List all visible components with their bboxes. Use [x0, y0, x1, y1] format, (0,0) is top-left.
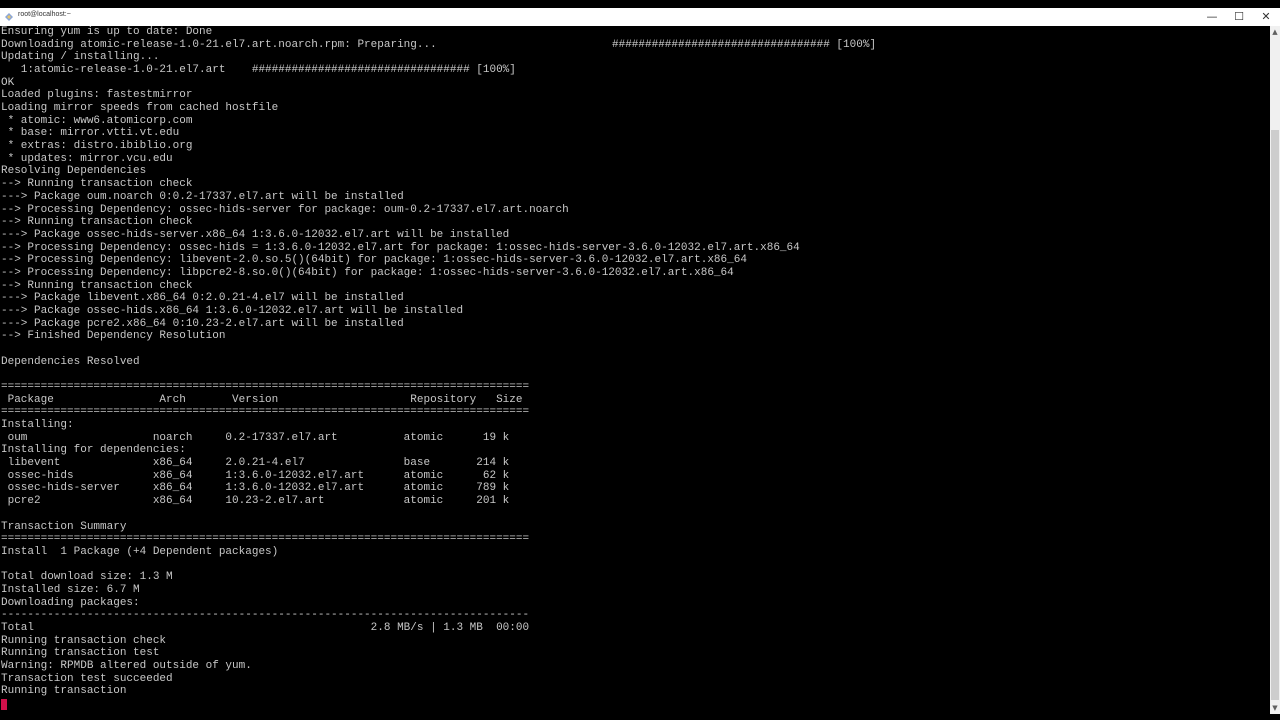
terminal-line: Total 2.8 MB/s | 1.3 MB 00:00: [1, 621, 530, 634]
terminal-line: ========================================…: [1, 381, 530, 394]
terminal-line: Installed size: 6.7 M: [1, 583, 140, 596]
terminal-line: Running transaction test: [1, 647, 160, 660]
terminal-line: Resolving Dependencies: [1, 165, 147, 178]
terminal-line: Transaction Summary: [1, 520, 127, 533]
terminal-line: Running transaction check: [1, 634, 167, 647]
terminal-line: ----------------------------------------…: [1, 609, 530, 622]
terminal-line: oum noarch 0.2-17337.el7.art atomic 19 k: [1, 431, 510, 444]
terminal-line: ossec-hids x86_64 1:3.6.0-12032.el7.art …: [1, 469, 510, 482]
terminal-line: Loaded plugins: fastestmirror: [1, 89, 193, 102]
terminal-line: --> Processing Dependency: ossec-hids-se…: [1, 203, 569, 216]
minimize-button[interactable]: —: [1198, 8, 1226, 26]
terminal-line: * base: mirror.vtti.vt.edu: [1, 127, 180, 140]
terminal-line: ---> Package libevent.x86_64 0:2.0.21-4.…: [1, 292, 404, 305]
terminal-line: Total download size: 1.3 M: [1, 571, 173, 584]
terminal-line: ========================================…: [1, 533, 530, 546]
title-bar[interactable]: root@localhost:~ — ☐ ✕: [0, 8, 1280, 26]
terminal-line: ---> Package ossec-hids.x86_64 1:3.6.0-1…: [1, 304, 464, 317]
close-button[interactable]: ✕: [1252, 8, 1280, 26]
terminal-line: --> Processing Dependency: libevent-2.0.…: [1, 254, 747, 267]
terminal-line: Downloading atomic-release-1.0-21.el7.ar…: [1, 38, 437, 51]
terminal-line: --> Running transaction check: [1, 279, 193, 292]
terminal-line: --> Processing Dependency: libpcre2-8.so…: [1, 266, 734, 279]
terminal-line: * updates: mirror.vcu.edu: [1, 152, 173, 165]
maximize-button[interactable]: ☐: [1225, 8, 1253, 26]
terminal-line: ========================================…: [1, 406, 530, 419]
terminal-line: Installing for dependencies:: [1, 444, 186, 457]
putty-app-icon: [5, 13, 13, 21]
terminal-window: root@localhost:~ — ☐ ✕ #################…: [0, 8, 1280, 716]
terminal-line: Loading mirror speeds from cached hostfi…: [1, 102, 279, 115]
terminal-line: --> Running transaction check: [1, 178, 193, 191]
terminal-line: Updating / installing...: [1, 51, 160, 64]
terminal-cursor: [1, 699, 7, 711]
terminal-output[interactable]: ################################# [100%]…: [0, 26, 1270, 714]
terminal-line: Running transaction: [1, 685, 127, 698]
download-progress: ################################# [100%]: [612, 39, 877, 51]
terminal-line: ossec-hids-server x86_64 1:3.6.0-12032.e…: [1, 482, 510, 495]
terminal-line: --> Finished Dependency Resolution: [1, 330, 226, 343]
terminal-line: Downloading packages:: [1, 596, 140, 609]
terminal-line: libevent x86_64 2.0.21-4.el7 base 214 k: [1, 457, 510, 470]
terminal-line: * atomic: www6.atomicorp.com: [1, 114, 193, 127]
terminal-line: Install 1 Package (+4 Dependent packages…: [1, 545, 279, 558]
scroll-down-icon[interactable]: ▼: [1270, 704, 1280, 712]
scrollbar-thumb[interactable]: [1271, 130, 1279, 700]
terminal-line: Package Arch Version Repository Size: [1, 393, 523, 406]
scroll-up-icon[interactable]: ▲: [1270, 28, 1280, 36]
terminal-line: * extras: distro.ibiblio.org: [1, 140, 193, 153]
terminal-line: OK: [1, 76, 15, 89]
terminal-line: --> Processing Dependency: ossec-hids = …: [1, 241, 800, 254]
terminal-line: ---> Package oum.noarch 0:0.2-17337.el7.…: [1, 190, 404, 203]
terminal-line: ---> Package ossec-hids-server.x86_64 1:…: [1, 228, 510, 241]
terminal-line: ---> Package pcre2.x86_64 0:10.23-2.el7.…: [1, 317, 404, 330]
window-title: root@localhost:~: [18, 11, 71, 18]
vertical-scrollbar[interactable]: ▲ ▼: [1270, 26, 1280, 714]
terminal-line: Warning: RPMDB altered outside of yum.: [1, 660, 252, 672]
terminal-line: Installing:: [1, 419, 74, 432]
terminal-line: Transaction test succeeded: [1, 672, 173, 685]
terminal-line: Ensuring yum is up to date: Done: [1, 26, 213, 38]
terminal-line: 1:atomic-release-1.0-21.el7.art ########…: [1, 64, 516, 77]
terminal-line: --> Running transaction check: [1, 216, 193, 229]
terminal-line: Dependencies Resolved: [1, 355, 140, 368]
terminal-line: pcre2 x86_64 10.23-2.el7.art atomic 201 …: [1, 495, 510, 508]
